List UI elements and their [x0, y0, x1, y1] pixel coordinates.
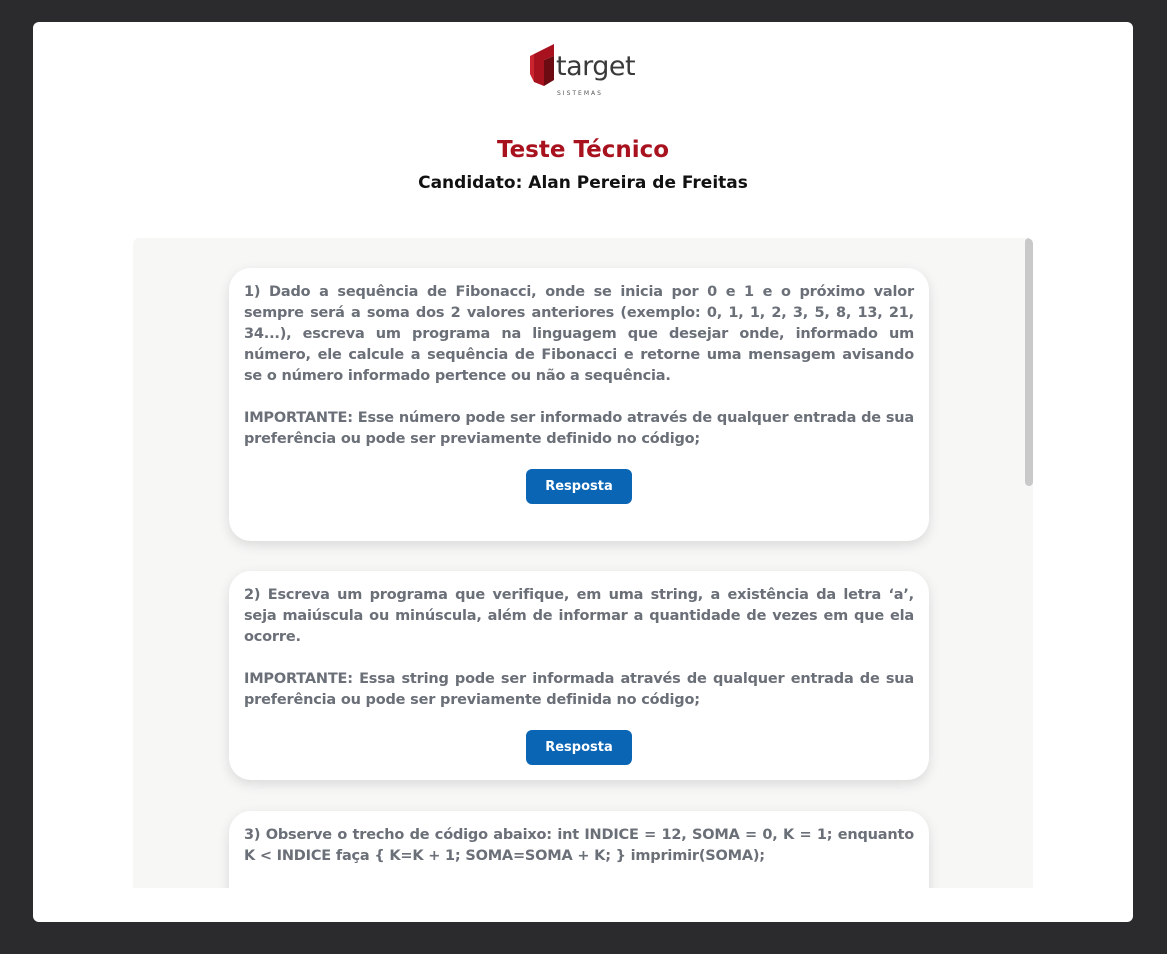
- question-text: 1) Dado a sequência de Fibonacci, onde s…: [244, 284, 914, 384]
- question-text: 3) Observe o trecho de código abaixo: in…: [244, 827, 914, 864]
- question-note: IMPORTANTE: Esse número pode ser informa…: [244, 410, 914, 447]
- answer-button-1[interactable]: Resposta: [526, 469, 632, 504]
- questions-scroll-area[interactable]: 1) Dado a sequência de Fibonacci, onde s…: [133, 238, 1033, 888]
- logo-wordmark: target: [556, 51, 636, 82]
- candidate-name: Candidato: Alan Pereira de Freitas: [418, 173, 748, 193]
- question-card-3: 3) Observe o trecho de código abaixo: in…: [229, 811, 929, 888]
- target-logo: target SISTEMAS: [530, 40, 640, 102]
- logo-subtitle: SISTEMAS: [557, 90, 603, 97]
- question-card-2: 2) Escreva um programa que verifique, em…: [229, 571, 929, 780]
- scrollbar-track[interactable]: [1024, 238, 1033, 888]
- page-title: Teste Técnico: [496, 137, 670, 163]
- question-text: 2) Escreva um programa que verifique, em…: [244, 587, 914, 645]
- scrollbar-thumb[interactable]: [1025, 238, 1033, 486]
- page-card: target SISTEMAS Teste Técnico Candidato:…: [33, 22, 1133, 922]
- question-note: IMPORTANTE: Essa string pode ser informa…: [244, 671, 914, 708]
- question-card-1: 1) Dado a sequência de Fibonacci, onde s…: [229, 268, 929, 541]
- answer-button-2[interactable]: Resposta: [526, 730, 632, 765]
